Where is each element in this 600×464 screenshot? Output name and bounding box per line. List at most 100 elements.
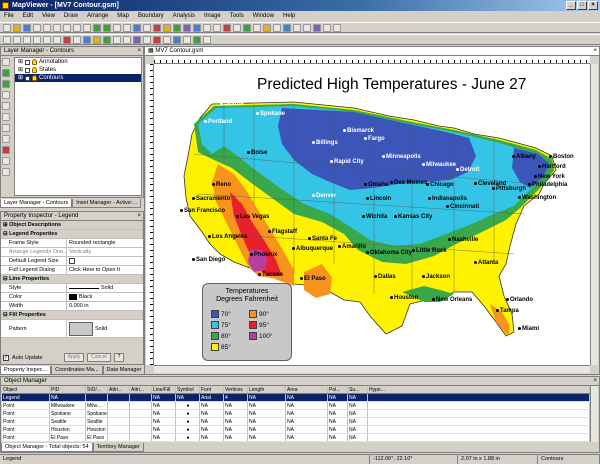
city-label-nashville[interactable]: Nashville <box>447 237 478 243</box>
object-table-scrollbar[interactable] <box>590 386 598 442</box>
city-label-albany[interactable]: Albany <box>511 154 536 160</box>
tab-inset-manager[interactable]: Inset Manager - Active:... <box>72 199 142 208</box>
pan-tool-icon[interactable] <box>2 91 10 99</box>
layer-checkbox[interactable] <box>25 75 31 81</box>
city-label-miami[interactable]: Miami <box>517 326 539 332</box>
expand-icon[interactable]: ⊞ <box>18 58 23 66</box>
menu-map[interactable]: Map <box>117 13 129 19</box>
city-label-portland[interactable]: Portland <box>203 119 232 125</box>
city-label-kansas-city[interactable]: Kansas City <box>393 214 432 220</box>
city-label-tucson[interactable]: Tucson <box>258 272 283 278</box>
copy-icon[interactable] <box>53 23 61 32</box>
import-icon[interactable] <box>193 35 201 44</box>
menu-boundary[interactable]: Boundary <box>138 13 164 19</box>
city-label-washington[interactable]: Washington <box>517 195 556 201</box>
table-row[interactable]: Point Seattle Seattle NA ● NA NA NA NA NA NA <box>2 418 590 426</box>
rectangle-icon[interactable] <box>43 35 51 44</box>
tab-coordinates-manager[interactable]: Coordinates Ma... <box>51 366 103 375</box>
pan-icon[interactable] <box>133 23 141 32</box>
section-line-properties[interactable]: ⊟ Line Properties <box>1 275 143 284</box>
menu-draw[interactable]: Draw <box>64 13 78 19</box>
info-icon[interactable] <box>293 23 301 32</box>
col-attr1[interactable]: Attri... <box>108 386 130 393</box>
city-label-lincoln[interactable]: Lincoln <box>365 196 391 202</box>
query-icon[interactable] <box>283 23 291 32</box>
arrow-tool-icon[interactable] <box>2 58 10 66</box>
text-tool-icon[interactable] <box>2 102 10 110</box>
reshape-icon[interactable] <box>73 35 81 44</box>
legend-icon[interactable] <box>173 35 181 44</box>
section-legend-properties[interactable]: ⊟ Legend Properties <box>1 230 143 239</box>
rect-tool-icon[interactable] <box>2 135 10 143</box>
table-row[interactable]: Point Houston Houston NA ● NA NA NA NA NA NA <box>2 426 590 434</box>
north-arrow-icon[interactable] <box>163 35 171 44</box>
zoom-tool-icon[interactable] <box>2 69 10 77</box>
city-label-spokane[interactable]: Spokane <box>255 111 285 117</box>
city-label-new-york[interactable]: New York <box>534 174 565 180</box>
bar-map-icon[interactable] <box>213 23 221 32</box>
tab-layer-manager[interactable]: Layer Manager - Contours <box>0 199 73 208</box>
polygon-tool-icon[interactable] <box>2 124 10 132</box>
city-label-denver[interactable]: Denver <box>311 193 336 199</box>
city-label-el-paso[interactable]: El Paso <box>300 276 326 282</box>
density-map-icon[interactable] <box>183 23 191 32</box>
row-full-legend-dialog[interactable]: Full Legend Dialog Click Here to Open It <box>1 266 143 275</box>
close-icon[interactable]: × <box>593 377 597 386</box>
redraw-icon[interactable] <box>143 23 151 32</box>
undo-icon[interactable] <box>73 23 81 32</box>
city-label-minneapolis[interactable]: Minneapolis <box>382 154 421 160</box>
table-row[interactable]: Point Milwaukee Milw... NA ● NA NA NA NA NA NA <box>2 402 590 410</box>
line-graph-icon[interactable] <box>233 23 241 32</box>
union-icon[interactable] <box>103 35 111 44</box>
line-tool-icon[interactable] <box>2 113 10 121</box>
territory-icon[interactable] <box>253 23 261 32</box>
front-icon[interactable] <box>133 35 141 44</box>
grid-icon[interactable] <box>323 23 331 32</box>
label-icon[interactable] <box>263 23 271 32</box>
city-label-detroit[interactable]: Detroit <box>455 167 479 173</box>
document-tab-label[interactable]: MV7 Contour.gsm <box>155 48 203 54</box>
zoom-select-icon[interactable] <box>123 23 131 32</box>
paste-icon[interactable] <box>63 23 71 32</box>
text-icon[interactable] <box>13 35 21 44</box>
menu-arrange[interactable]: Arrange <box>87 13 108 19</box>
open-icon[interactable] <box>13 23 21 32</box>
col-area[interactable]: Area <box>286 386 328 393</box>
expand-icon[interactable]: ⊞ <box>18 74 23 82</box>
row-default-legend-size[interactable]: Default Legend Size <box>1 257 143 266</box>
close-icon[interactable]: × <box>137 47 141 56</box>
symbol-map-icon[interactable] <box>173 23 181 32</box>
city-label-omaha[interactable]: Omaha <box>363 182 388 188</box>
city-label-milwaukee[interactable]: Milwaukee <box>421 162 456 168</box>
tab-property-inspector[interactable]: Property Inspec... <box>0 366 52 375</box>
export-icon[interactable] <box>203 35 211 44</box>
city-label-sacramento[interactable]: Sacramento <box>191 196 230 202</box>
tab-data-manager[interactable]: Data Manager <box>102 366 146 375</box>
close-button[interactable]: × <box>588 1 598 10</box>
new-icon[interactable] <box>3 23 11 32</box>
col-pol[interactable]: Pol... <box>328 386 348 393</box>
menu-tools[interactable]: Tools <box>230 13 244 19</box>
table-row[interactable]: Point El Paso El Paso NA ● NA NA NA NA NA NA <box>2 434 590 442</box>
menu-image[interactable]: Image <box>204 13 221 19</box>
graticule-icon[interactable] <box>183 35 191 44</box>
city-label-rapid-city[interactable]: Rapid City <box>330 159 364 165</box>
help-button[interactable]: ? <box>113 353 125 362</box>
city-label-san-diego[interactable]: San Diego <box>191 257 225 263</box>
point-tool-icon[interactable] <box>2 146 10 154</box>
flow-map-icon[interactable] <box>223 23 231 32</box>
expand-icon[interactable]: ⊞ <box>18 66 23 74</box>
save-icon[interactable] <box>23 23 31 32</box>
city-label-new-orleans[interactable]: New Orleans <box>431 297 472 303</box>
zoom-page-icon[interactable] <box>113 23 121 32</box>
city-label-chicago[interactable]: Chicago <box>426 182 454 188</box>
col-font[interactable]: Font <box>200 386 224 393</box>
city-label-santa-fe[interactable]: Santa Fe <box>307 236 337 242</box>
minimize-button[interactable]: _ <box>566 1 576 10</box>
layer-checkbox[interactable] <box>25 67 31 73</box>
contour-map-icon[interactable] <box>193 23 201 32</box>
city-label-jackson[interactable]: Jackson <box>421 274 450 280</box>
col-hyperlink[interactable]: Hype... <box>368 386 590 393</box>
table-row[interactable]: Legend NA NA NA Arial 4 NA NA NA NA <box>2 394 590 402</box>
city-label-fargo[interactable]: Fargo <box>364 136 385 142</box>
